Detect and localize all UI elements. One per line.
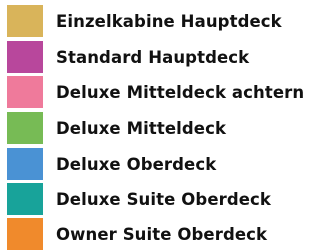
color-swatch xyxy=(7,218,43,250)
color-swatch xyxy=(7,41,43,73)
legend-label: Einzelkabine Hauptdeck xyxy=(56,12,282,31)
color-swatch xyxy=(7,76,43,108)
color-swatch xyxy=(7,5,43,37)
legend-label: Deluxe Mitteldeck xyxy=(56,119,227,138)
legend-label: Deluxe Oberdeck xyxy=(56,155,217,174)
color-swatch xyxy=(7,148,43,180)
legend-item-einzelkabine-hauptdeck: Einzelkabine Hauptdeck xyxy=(0,5,288,39)
legend-item-deluxe-oberdeck: Deluxe Oberdeck xyxy=(0,148,288,182)
color-swatch xyxy=(7,183,43,215)
cabin-legend: Einzelkabine Hauptdeck Standard Hauptdec… xyxy=(0,0,304,252)
legend-label: Deluxe Mitteldeck achtern xyxy=(56,83,305,102)
legend-label: Deluxe Suite Oberdeck xyxy=(56,190,271,209)
legend-item-deluxe-mitteldeck-achtern: Deluxe Mitteldeck achtern xyxy=(0,76,304,110)
color-swatch xyxy=(7,112,43,144)
legend-item-owner-suite-oberdeck: Owner Suite Oberdeck xyxy=(0,218,288,252)
legend-item-deluxe-mitteldeck: Deluxe Mitteldeck xyxy=(0,112,288,146)
legend-label: Owner Suite Oberdeck xyxy=(56,225,268,244)
legend-item-deluxe-suite-oberdeck: Deluxe Suite Oberdeck xyxy=(0,183,288,217)
legend-label: Standard Hauptdeck xyxy=(56,48,250,67)
legend-item-standard-hauptdeck: Standard Hauptdeck xyxy=(0,41,288,75)
